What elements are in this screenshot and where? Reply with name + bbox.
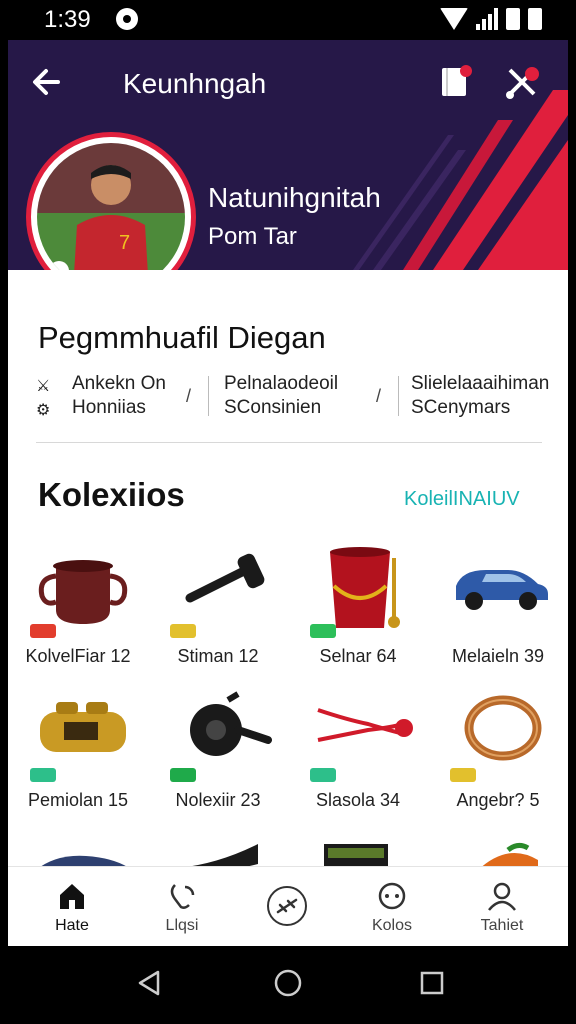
item-label: Selnar 64	[319, 646, 397, 666]
status-bar: 1:39	[0, 0, 576, 40]
avatar-photo: 7	[37, 143, 185, 270]
edit-icon[interactable]: /	[376, 386, 381, 407]
ring-icon	[464, 695, 542, 761]
sim-icon	[506, 8, 520, 30]
item-label: Angebr? 5	[456, 790, 540, 810]
item-label: Nolexiir 23	[175, 790, 261, 810]
item-badge	[310, 624, 336, 638]
item-badge	[450, 768, 476, 782]
profile-header: Keunhngah 7 Natunihgnitah Pom Tar	[8, 40, 568, 270]
details-col-2-line-2: SConsinien	[224, 397, 322, 418]
collection-item[interactable]: Selnar 64	[288, 546, 428, 676]
collection-item[interactable]: Nolexiir 23	[148, 690, 288, 820]
face-icon	[378, 882, 406, 910]
edit-icon[interactable]: /	[186, 386, 191, 407]
phone-icon	[170, 884, 195, 909]
recents-square-icon[interactable]	[417, 968, 447, 998]
system-nav-bar	[0, 946, 576, 1024]
collection-item[interactable]: Pemiolan 15	[8, 690, 148, 820]
item-label: KolvelFiar 12	[25, 646, 131, 666]
notification-icon	[116, 8, 138, 30]
item-badge	[310, 768, 336, 782]
book-icon	[442, 65, 472, 96]
item-label: Slasola 34	[315, 790, 401, 810]
bottom-nav: Hate Llqsi Kolos Tahiet	[8, 866, 568, 946]
home-circle-icon[interactable]	[273, 968, 303, 998]
nav-center[interactable]	[232, 867, 344, 946]
details-col-3: Slielelaaaihiman SCenymars	[411, 372, 549, 420]
home-icon	[60, 884, 84, 909]
share-icon	[506, 67, 539, 99]
collection-title: Kolexiios	[38, 476, 185, 513]
rope-icon	[317, 708, 413, 742]
status-time: 1:39	[44, 6, 91, 33]
pot-icon	[38, 560, 128, 624]
collection-item[interactable]: Slasola 34	[288, 690, 428, 820]
nav-calls[interactable]: Llqsi	[126, 867, 238, 946]
wifi-icon	[440, 8, 468, 30]
cylinder-icon	[40, 702, 126, 752]
nav-collections-label: Kolos	[371, 917, 413, 934]
details-col-1: Ankekn On Honniias	[72, 372, 166, 420]
signal-icon	[476, 8, 498, 30]
divider	[398, 376, 399, 416]
section-divider	[36, 442, 542, 443]
arrow-left-icon	[33, 69, 60, 95]
details-col-1-line-1: Ankekn On	[72, 373, 166, 394]
svg-text:7: 7	[119, 232, 130, 254]
hammer-icon	[185, 553, 265, 603]
item-badge	[170, 768, 196, 782]
battery-icon	[528, 8, 542, 30]
share-button[interactable]	[502, 62, 542, 102]
collection-item[interactable]: Melaieln 39	[428, 546, 568, 676]
page-title: Keunhngah	[123, 68, 267, 99]
profile-subtitle: Pom Tar	[208, 223, 297, 250]
collection-item[interactable]: KolvelFiar 12	[8, 546, 148, 676]
nav-profile[interactable]: Tahiet	[446, 867, 558, 946]
back-button[interactable]	[26, 62, 66, 102]
nav-home[interactable]: Hate	[16, 867, 128, 946]
nav-calls-label: Llqsi	[165, 917, 199, 934]
item-badge	[170, 624, 196, 638]
details-col-2: Pelnalaodeoil SConsinien	[224, 372, 338, 420]
divider	[208, 376, 209, 416]
bucket-icon	[330, 547, 400, 628]
details-col-3-line-1: Slielelaaaihiman	[411, 373, 550, 394]
status-icons	[440, 8, 542, 30]
nav-home-label: Hate	[55, 917, 89, 934]
details-row: ⚔ ⚙ Ankekn On Honniias / Pelnalaodeoil S…	[36, 372, 556, 422]
crossed-swords-icon: ⚔	[36, 378, 51, 395]
nav-profile-label: Tahiet	[480, 917, 524, 934]
collection-item[interactable]: Angebr? 5	[428, 690, 568, 820]
weight-icon	[190, 691, 272, 756]
profile-icon	[488, 882, 516, 911]
settings-icon: ⚙	[36, 402, 51, 419]
back-triangle-icon[interactable]	[134, 968, 164, 998]
plane-icon	[267, 886, 307, 926]
details-col-1-line-2: Honniias	[72, 397, 146, 418]
profile-name: Natunihgnitah	[208, 182, 381, 213]
collection-item[interactable]: Stiman 12	[148, 546, 288, 676]
nav-collections[interactable]: Kolos	[336, 867, 448, 946]
collection-link[interactable]: KoleilINAIUV	[404, 488, 520, 511]
details-title: Pegmmhuafil Diegan	[38, 320, 326, 355]
item-label: Melaieln 39	[451, 646, 545, 666]
car-icon	[456, 570, 548, 610]
item-badge	[30, 624, 56, 638]
item-label: Stiman 12	[177, 646, 259, 666]
item-badge	[30, 768, 56, 782]
item-label: Pemiolan 15	[27, 790, 129, 810]
bookmark-button[interactable]	[436, 62, 476, 102]
app-screen: Keunhngah 7 Natunihgnitah Pom Tar Pegmmh…	[8, 40, 568, 946]
details-col-3-line-2: SCenymars	[411, 397, 511, 418]
details-col-2-line-1: Pelnalaodeoil	[224, 373, 339, 394]
